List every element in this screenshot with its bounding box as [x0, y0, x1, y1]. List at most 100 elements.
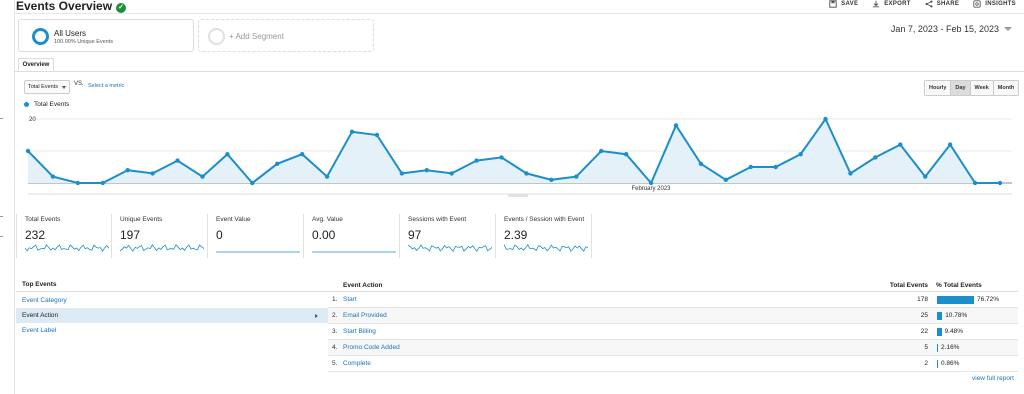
granularity-month-button[interactable]: Month: [993, 81, 1019, 95]
scorecard-label: Event Value: [216, 216, 251, 223]
data-point: [50, 174, 56, 179]
data-point: [524, 171, 529, 176]
percent-bar: [937, 328, 942, 336]
export-label: EXPORT: [884, 1, 911, 7]
segment-name: All Users: [54, 29, 87, 38]
dimension-event-category[interactable]: Event Category: [16, 293, 328, 308]
granularity-week-button[interactable]: Week: [970, 81, 994, 95]
add-segment-label: + Add Segment: [229, 32, 284, 41]
data-point: [100, 180, 105, 186]
data-point: [574, 174, 579, 179]
header-divider: [14, 13, 1024, 14]
event-action-link[interactable]: Start Billing: [343, 328, 376, 335]
tab-overview[interactable]: Overview: [18, 58, 54, 72]
insights-button[interactable]: INSIGHTS: [973, 0, 1016, 8]
data-point: [997, 180, 1003, 186]
data-point: [947, 142, 953, 147]
add-segment-button[interactable]: + Add Segment: [198, 19, 374, 52]
table-header: Event Action Total Events % Total Events: [328, 278, 1018, 292]
column-header-total-events[interactable]: Total Events: [890, 282, 928, 289]
sparkline-path: [408, 244, 492, 252]
y-tick-label: 20: [29, 117, 36, 123]
save-button[interactable]: SAVE: [829, 0, 858, 8]
sparkline: [216, 251, 300, 253]
event-action-table: Event Action Total Events % Total Events…: [328, 278, 1018, 372]
total-events-value: 5: [924, 344, 928, 351]
scorecard-label: Avg. Value: [312, 216, 343, 223]
data-point: [299, 152, 305, 157]
scorecard-label: Unique Events: [120, 216, 163, 223]
sparkline: [408, 244, 492, 252]
share-label: SHARE: [936, 1, 960, 7]
percent-bar: [937, 360, 938, 368]
event-action-link[interactable]: Start: [343, 296, 357, 303]
share-button[interactable]: SHARE: [925, 0, 960, 8]
percent-value: 2.16%: [941, 344, 960, 351]
scorecard-row: Total Events 232 Unique Events 197 Event Val…: [16, 214, 606, 258]
segment-subtitle: 100.00% Unique Events: [54, 39, 114, 45]
data-point: [923, 174, 928, 179]
scorecard[interactable]: Total Events 232: [16, 214, 112, 258]
column-header-event-action[interactable]: Event Action: [343, 282, 383, 289]
data-point: [698, 161, 704, 166]
insights-icon: [973, 0, 981, 8]
event-action-link[interactable]: Complete: [343, 360, 371, 367]
data-point: [275, 161, 280, 166]
scorecard[interactable]: Sessions with Event 97: [400, 214, 496, 258]
segment-ring-icon: [32, 28, 49, 45]
x-tick-label: February 2023: [631, 186, 671, 192]
data-point: [599, 148, 604, 154]
scorecard-label: Total Events: [25, 216, 61, 223]
percent-bar: [937, 344, 938, 352]
tab-divider: [14, 71, 1024, 72]
event-action-link[interactable]: Email Provided: [343, 312, 387, 319]
chevron-down-icon: [1004, 27, 1012, 31]
scorecard-value: 232: [25, 228, 46, 242]
data-point: [399, 171, 405, 176]
data-point: [873, 155, 878, 160]
data-point: [250, 180, 255, 186]
percent-value: 9.48%: [944, 328, 963, 335]
dimension-event-action[interactable]: Event Action: [16, 308, 328, 323]
sparkline: [312, 251, 396, 253]
data-point: [75, 180, 81, 186]
select-metric-link[interactable]: Select a metric: [88, 83, 124, 89]
granularity-hourly-button[interactable]: Hourly: [925, 81, 952, 95]
row-index: 1.: [332, 296, 338, 303]
view-full-report-link[interactable]: view full report: [972, 375, 1014, 382]
dimension-event-label[interactable]: Event Label: [16, 323, 328, 338]
scorecard[interactable]: Events / Session with Event 2.39: [496, 214, 592, 258]
scorecard[interactable]: Avg. Value 0.00: [304, 214, 400, 258]
export-icon: [873, 0, 880, 8]
date-range-picker[interactable]: Jan 7, 2023 - Feb 15, 2023: [891, 24, 1012, 34]
scorecard[interactable]: Event Value 0: [208, 214, 304, 258]
data-point: [125, 168, 130, 173]
data-point: [648, 180, 654, 186]
vs-label: VS.: [74, 81, 84, 87]
save-label: SAVE: [841, 1, 859, 7]
event-action-link[interactable]: Promo Code Added: [343, 344, 400, 351]
scorecard[interactable]: Unique Events 197: [112, 214, 208, 258]
data-point: [225, 152, 230, 157]
metric-dropdown[interactable]: Total Events: [24, 80, 70, 94]
scorecard-label: Sessions with Event: [408, 216, 467, 223]
table-row: 1. Start 178 76.72%: [328, 292, 1018, 308]
scorecard-value: 97: [408, 228, 422, 242]
data-point: [449, 171, 454, 176]
data-point: [424, 168, 429, 173]
percent-value: 76.72%: [977, 296, 1000, 303]
segment-all-users[interactable]: All Users 100.00% Unique Events: [18, 19, 194, 52]
page-title: Events Overview ✓: [16, 0, 127, 13]
export-button[interactable]: EXPORT: [872, 0, 910, 8]
sparkline-path: [504, 243, 588, 252]
granularity-toggle: Hourly Day Week Month: [924, 80, 1020, 96]
sparkline: [25, 244, 109, 252]
legend-series-name: Total Events: [34, 101, 70, 108]
data-point: [549, 177, 554, 182]
granularity-day-button[interactable]: Day: [951, 81, 971, 95]
column-header-pct-total-events[interactable]: % Total Events: [936, 282, 982, 289]
table-row: 5. Complete 2 0.86%: [328, 356, 1018, 372]
percent-value: 10.78%: [945, 312, 968, 319]
chevron-down-icon: [62, 86, 66, 89]
scorecard-value: 0: [216, 228, 223, 242]
